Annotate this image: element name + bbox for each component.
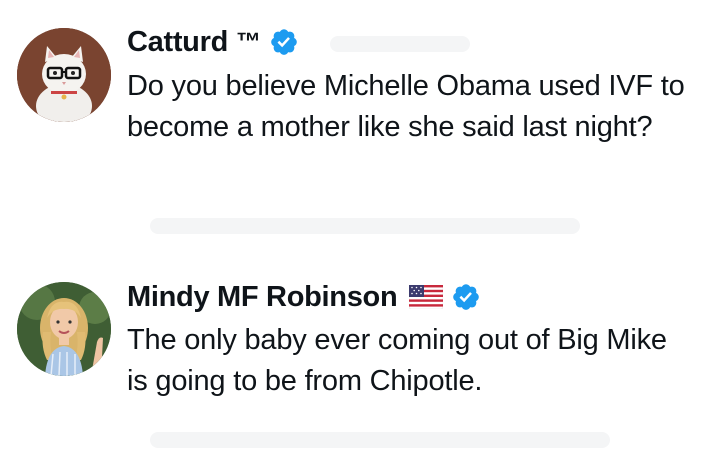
tweet: Catturd ™ Do you believe Michelle Obama … <box>0 0 710 250</box>
faint-artifact <box>150 218 580 234</box>
tweet-text: The only baby ever coming out of Big Mik… <box>127 324 667 397</box>
author-name[interactable]: Mindy MF Robinson <box>127 281 398 314</box>
blonde-woman-avatar <box>17 282 111 376</box>
cat-with-glasses-avatar <box>17 28 111 122</box>
verified-badge-icon <box>453 284 480 310</box>
author-name[interactable]: Catturd <box>127 26 228 59</box>
trademark-symbol: ™ <box>236 27 262 56</box>
faint-artifact <box>150 432 610 448</box>
author-name-row: Catturd ™ <box>127 22 299 62</box>
author-avatar[interactable] <box>17 282 111 376</box>
us-flag-icon <box>409 285 444 309</box>
author-name-row: Mindy MF Robinson <box>127 277 481 317</box>
tweet: Mindy MF Robinson The only baby ever com… <box>0 250 710 473</box>
verified-badge-icon <box>271 29 297 55</box>
tweet-text: Do you believe Michelle Obama used IVF t… <box>127 70 685 143</box>
faint-artifact <box>330 36 470 52</box>
author-avatar[interactable] <box>17 28 111 122</box>
